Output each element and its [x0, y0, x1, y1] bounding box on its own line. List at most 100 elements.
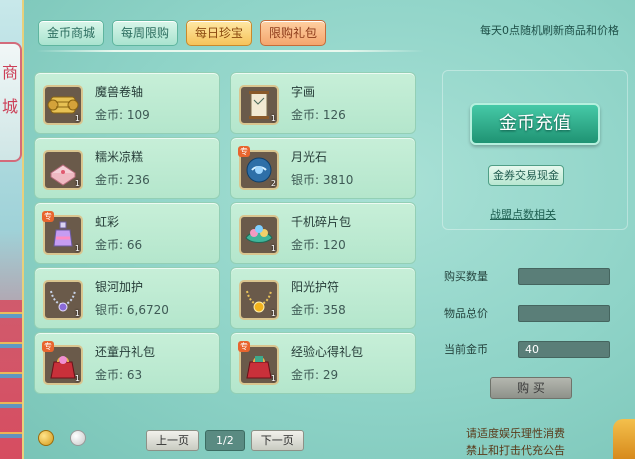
price-value: 109 — [126, 108, 150, 122]
exclusive-badge: 专 — [238, 146, 250, 157]
bottom-notice: 请适度娱乐理性消费 禁止和打击代充公告 — [466, 425, 565, 459]
galaxy-necklace-icon: 1 — [43, 280, 83, 320]
tab-daily-treasure[interactable]: 每日珍宝 — [186, 20, 253, 46]
fragment-bag-icon: 1 — [239, 215, 279, 255]
item-qty: 1 — [74, 114, 80, 123]
item-name: 月光石 — [291, 150, 328, 164]
side-tab-shop[interactable]: 商 城 — [0, 42, 22, 162]
scroll-gold-icon: 1 — [43, 85, 83, 125]
item-name: 魔兽卷轴 — [95, 85, 144, 99]
item-price: 金币: 358 — [291, 301, 346, 318]
current-gold-field: 40 — [518, 341, 610, 358]
tab-weekly-limit[interactable]: 每周限购 — [112, 20, 179, 46]
gift-bag-red-icon: 1 专 — [42, 341, 83, 385]
item-price: 银币: 6,6720 — [95, 301, 169, 318]
price-value: 120 — [322, 238, 346, 252]
pager: 上一页 1/2 下一页 — [146, 430, 304, 451]
item-name: 银河加护 — [95, 280, 144, 294]
shop-tabs: 金币商城 每周限购 每日珍宝 限购礼包 — [38, 20, 327, 46]
item-qty: 2 — [270, 179, 276, 188]
currency-label: 金币: — [291, 368, 320, 382]
item-qty: 1 — [270, 374, 276, 383]
notice-line-2[interactable]: 禁止和打击代充公告 — [466, 442, 565, 459]
item-card[interactable]: 1 糯米凉糕 金币: 236 — [34, 137, 220, 199]
currency-label: 银币: — [95, 303, 124, 317]
item-price: 金币: 63 — [95, 366, 142, 383]
currency-label: 金币: — [95, 108, 124, 122]
notice-line-1[interactable]: 请适度娱乐理性消费 — [466, 425, 565, 442]
rice-cake-icon: 1 — [43, 150, 83, 190]
refresh-notice: 每天0点随机刷新商品和价格 — [480, 24, 619, 37]
item-name: 字画 — [291, 85, 316, 99]
item-card[interactable]: 1 专 还童丹礼包 金币: 63 — [34, 332, 220, 394]
price-value: 63 — [126, 368, 143, 382]
item-qty: 1 — [74, 309, 80, 318]
alliance-points-link[interactable]: 战盟点数相关 — [490, 206, 556, 222]
item-name: 还童丹礼包 — [95, 345, 156, 359]
corner-ornament — [613, 419, 635, 459]
tab-divider — [36, 50, 424, 52]
price-value: 126 — [322, 108, 346, 122]
price-value: 358 — [322, 303, 346, 317]
price-value: 29 — [322, 368, 339, 382]
item-card[interactable]: 1 字画 金币: 126 — [230, 72, 416, 134]
coupon-trade-button[interactable]: 金券交易现金 — [488, 165, 564, 186]
price-value: 3810 — [322, 173, 354, 187]
currency-label: 金币: — [291, 108, 320, 122]
silver-pearl-icon[interactable] — [70, 430, 86, 446]
currency-label: 金币: — [95, 368, 124, 382]
item-price: 金币: 126 — [291, 106, 346, 123]
item-qty: 1 — [270, 244, 276, 253]
item-name: 糯米凉糕 — [95, 150, 144, 164]
exclusive-badge: 专 — [42, 341, 54, 352]
item-price: 银币: 3810 — [291, 171, 353, 188]
item-name: 虹彩 — [95, 215, 120, 229]
item-card[interactable]: 1 魔兽卷轴 金币: 109 — [34, 72, 220, 134]
item-price: 金币: 120 — [291, 236, 346, 253]
exclusive-badge: 专 — [42, 211, 54, 222]
exclusive-badge: 专 — [238, 341, 250, 352]
item-card[interactable]: 2 专 月光石 银币: 3810 — [230, 137, 416, 199]
price-value: 66 — [126, 238, 143, 252]
total-price-field — [518, 305, 610, 322]
currency-label: 银币: — [291, 173, 320, 187]
buy-button[interactable]: 购 买 — [490, 377, 572, 399]
side-tab-char-2: 城 — [1, 97, 18, 116]
gift-bag-exp-icon: 1 专 — [238, 341, 279, 385]
item-qty: 1 — [74, 179, 80, 188]
item-price: 金币: 236 — [95, 171, 150, 188]
item-name: 经验心得礼包 — [291, 345, 364, 359]
prev-page-button[interactable]: 上一页 — [146, 430, 199, 451]
item-price: 金币: 66 — [95, 236, 142, 253]
currency-label: 金币: — [291, 303, 320, 317]
currency-label: 金币: — [95, 238, 124, 252]
item-price: 金币: 109 — [95, 106, 150, 123]
currency-label: 金币: — [291, 238, 320, 252]
total-price-label: 物品总价 — [444, 307, 488, 320]
item-grid: 1 魔兽卷轴 金币: 109 1 字画 金币: 126 1 糯米凉糕 金币: 2… — [34, 72, 416, 394]
item-qty: 1 — [270, 114, 276, 123]
quantity-field[interactable] — [518, 268, 610, 285]
sun-amulet-icon: 1 — [239, 280, 279, 320]
item-qty: 1 — [270, 309, 276, 318]
item-name: 千机碎片包 — [291, 215, 352, 229]
price-value: 6,6720 — [126, 303, 169, 317]
item-card[interactable]: 1 阳光护符 金币: 358 — [230, 267, 416, 329]
rainbow-potion-icon: 1 专 — [42, 211, 83, 255]
tab-gold-shop[interactable]: 金币商城 — [38, 20, 105, 46]
shop-panel: 金币商城 每周限购 每日珍宝 限购礼包 每天0点随机刷新商品和价格 1 魔兽卷轴… — [22, 0, 635, 459]
item-card[interactable]: 1 千机碎片包 金币: 120 — [230, 202, 416, 264]
quantity-label: 购买数量 — [444, 270, 488, 283]
next-page-button[interactable]: 下一页 — [250, 430, 304, 451]
item-card[interactable]: 1 银河加护 银币: 6,6720 — [34, 267, 220, 329]
gold-recharge-button[interactable]: 金币充值 — [470, 103, 600, 145]
currency-label: 金币: — [95, 173, 124, 187]
gold-coin-icon[interactable] — [38, 430, 54, 446]
item-card[interactable]: 1 专 经验心得礼包 金币: 29 — [230, 332, 416, 394]
side-tab-char-1: 商 — [1, 63, 18, 82]
item-card[interactable]: 1 专 虹彩 金币: 66 — [34, 202, 220, 264]
item-qty: 1 — [74, 244, 80, 253]
painting-scroll-icon: 1 — [239, 85, 279, 125]
tab-limited-gift[interactable]: 限购礼包 — [260, 20, 327, 46]
page-indicator: 1/2 — [205, 430, 245, 451]
